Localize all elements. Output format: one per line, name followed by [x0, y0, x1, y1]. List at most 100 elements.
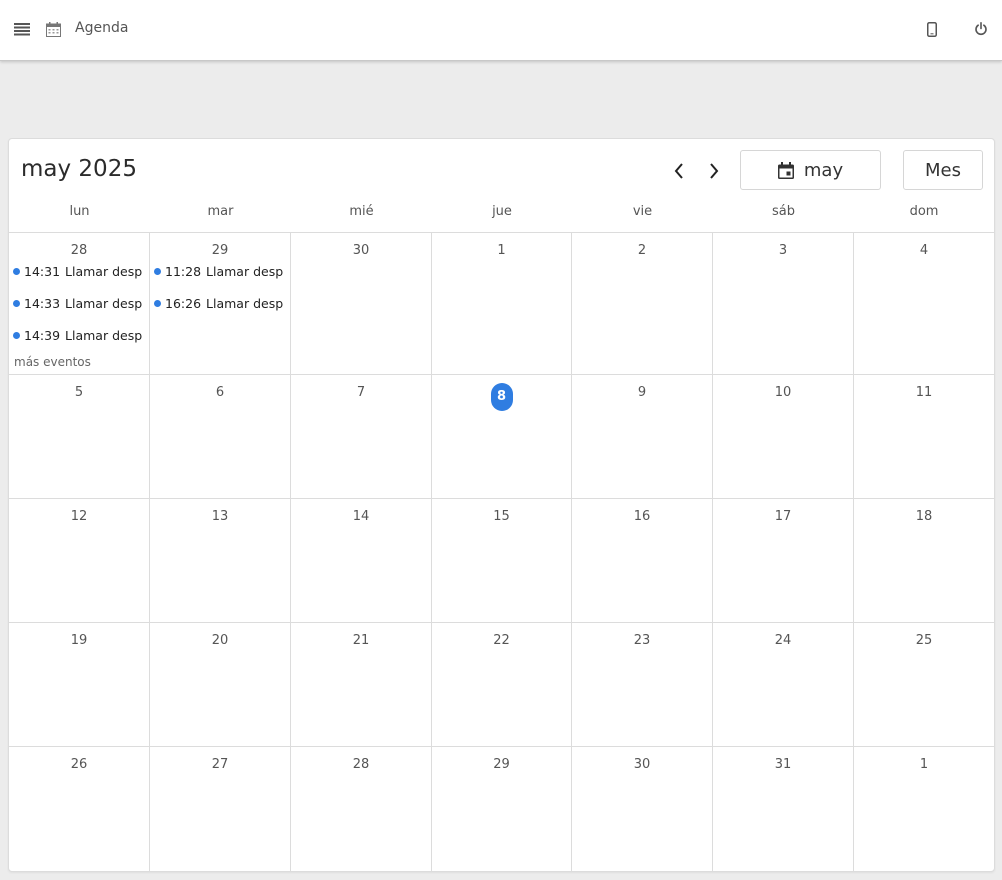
day-cell[interactable]: 24 [713, 623, 854, 746]
previous-month-button[interactable] [666, 157, 692, 185]
day-cell[interactable]: 6 [150, 375, 291, 498]
day-cell[interactable]: 7 [291, 375, 432, 498]
event-dot-icon [13, 299, 20, 307]
calendar-title: may 2025 [21, 156, 137, 182]
event-title: Llamar desp [65, 327, 143, 343]
next-month-button[interactable] [701, 157, 727, 185]
day-number: 16 [633, 509, 651, 524]
day-number: 27 [211, 757, 229, 772]
day-cell[interactable]: 11 [854, 375, 994, 498]
day-number: 17 [774, 509, 792, 524]
week-row: 19 20 21 22 23 24 25 [9, 623, 994, 747]
day-number: 26 [70, 757, 88, 772]
day-number: 19 [70, 633, 88, 648]
event-dot-icon [154, 267, 161, 275]
weekday-label: mié [349, 204, 374, 219]
day-cell[interactable]: 16 [572, 499, 713, 622]
day-cell[interactable]: 31 [713, 747, 854, 872]
day-number: 28 [352, 757, 370, 772]
calendar-event[interactable]: 16:26 Llamar desp [150, 287, 290, 319]
day-number: 12 [70, 509, 88, 524]
calendar-icon[interactable] [42, 18, 64, 40]
day-cell[interactable]: 30 [572, 747, 713, 872]
calendar-card: may 2025 may Mes lun mar mié jue vie sáb [8, 138, 995, 872]
day-cell[interactable]: 27 [150, 747, 291, 872]
day-number: 4 [919, 243, 929, 258]
mobile-phone-icon[interactable] [921, 18, 943, 40]
event-time: 14:39 [24, 327, 61, 343]
weekday-label: sáb [772, 204, 795, 219]
calendar-event[interactable]: 14:33 Llamar desp [9, 287, 149, 319]
day-cell[interactable]: 1 [854, 747, 994, 872]
day-cell[interactable]: 21 [291, 623, 432, 746]
day-cell[interactable]: 14 [291, 499, 432, 622]
calendar-icon [777, 161, 794, 179]
day-cell[interactable]: 29 11:28 Llamar desp 16:26 Llamar desp [150, 233, 291, 374]
day-number: 30 [352, 243, 370, 258]
day-cell[interactable]: 13 [150, 499, 291, 622]
day-cell[interactable]: 1 [432, 233, 572, 374]
day-number: 3 [778, 243, 788, 258]
day-cell[interactable]: 22 [432, 623, 572, 746]
day-cell[interactable]: 9 [572, 375, 713, 498]
day-cell[interactable]: 28 14:31 Llamar desp 14:33 Llamar desp 1… [9, 233, 150, 374]
day-number: 18 [915, 509, 933, 524]
event-time: 16:26 [165, 295, 202, 311]
day-number: 1 [919, 757, 929, 772]
day-cell[interactable]: 17 [713, 499, 854, 622]
day-cell[interactable]: 19 [9, 623, 150, 746]
day-number: 23 [633, 633, 651, 648]
day-cell[interactable]: 28 [291, 747, 432, 872]
menu-icon[interactable] [11, 18, 33, 40]
calendar-event[interactable]: 14:31 Llamar desp [9, 255, 149, 287]
week-row: 5 6 7 8 9 10 11 [9, 375, 994, 499]
more-events-link[interactable]: más eventos [14, 355, 91, 369]
day-number: 30 [633, 757, 651, 772]
day-cell[interactable]: 5 [9, 375, 150, 498]
day-number: 11 [915, 385, 933, 400]
day-number: 15 [493, 509, 510, 524]
event-title: Llamar desp [206, 295, 284, 311]
day-cell[interactable]: 10 [713, 375, 854, 498]
day-cell[interactable]: 18 [854, 499, 994, 622]
day-cell[interactable]: 3 [713, 233, 854, 374]
chevron-left-icon [674, 163, 683, 179]
calendar-event[interactable]: 14:39 Llamar desp [9, 319, 149, 351]
day-number: 22 [493, 633, 510, 648]
event-dot-icon [13, 267, 20, 275]
weekday-label: vie [632, 204, 653, 219]
day-cell[interactable]: 15 [432, 499, 572, 622]
day-number: 21 [352, 633, 370, 648]
day-number: 9 [637, 385, 647, 400]
day-number: 7 [356, 385, 366, 400]
day-cell[interactable]: 25 [854, 623, 994, 746]
day-number: 20 [211, 633, 229, 648]
day-cell[interactable]: 12 [9, 499, 150, 622]
power-icon[interactable] [970, 18, 992, 40]
event-time: 14:33 [24, 295, 61, 311]
calendar-event[interactable]: 11:28 Llamar desp [150, 255, 290, 287]
day-number: 1 [497, 243, 506, 258]
day-cell[interactable]: 23 [572, 623, 713, 746]
week-row: 12 13 14 15 16 17 18 [9, 499, 994, 623]
chevron-right-icon [710, 163, 719, 179]
day-number: 10 [774, 385, 792, 400]
weekday-header: lun mar mié jue vie sáb dom [9, 197, 994, 233]
month-grid: 28 14:31 Llamar desp 14:33 Llamar desp 1… [9, 233, 994, 872]
view-mode-button[interactable]: Mes [903, 150, 983, 190]
day-cell[interactable]: 26 [9, 747, 150, 872]
day-cell[interactable]: 2 [572, 233, 713, 374]
day-cell[interactable]: 30 [291, 233, 432, 374]
day-cell-today[interactable]: 8 [432, 375, 572, 498]
day-number: 2 [637, 243, 647, 258]
day-number: 24 [774, 633, 792, 648]
month-picker-button[interactable]: may [740, 150, 881, 190]
top-bar: Agenda [0, 0, 1002, 61]
day-cell[interactable]: 29 [432, 747, 572, 872]
day-number: 14 [352, 509, 370, 524]
day-cell[interactable]: 20 [150, 623, 291, 746]
weekday-label: mar [207, 204, 234, 219]
event-dot-icon [154, 299, 161, 307]
day-cell[interactable]: 4 [854, 233, 994, 374]
day-number: 5 [74, 385, 84, 400]
